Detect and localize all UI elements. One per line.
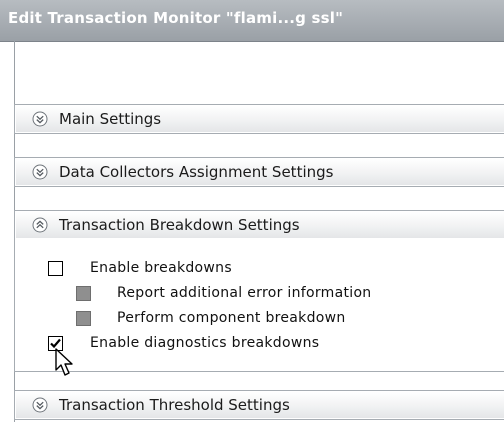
section-main-settings: Main Settings (14, 104, 504, 134)
section-title-data-collectors: Data Collectors Assignment Settings (59, 163, 334, 181)
report-additional-error-label: Report additional error information (117, 285, 372, 301)
enable-diagnostics-breakdowns-label: Enable diagnostics breakdowns (90, 335, 320, 351)
section-header-main-settings[interactable]: Main Settings (15, 105, 504, 133)
chevron-double-down-icon[interactable] (32, 164, 48, 180)
window-title: Edit Transaction Monitor "flami...g ssl" (8, 9, 344, 27)
section-transaction-breakdown-settings: Transaction Breakdown Settings Enable br… (14, 210, 504, 372)
enable-breakdowns-label: Enable breakdowns (90, 260, 232, 276)
section-title-transaction-threshold: Transaction Threshold Settings (59, 396, 290, 414)
perform-component-breakdown-label: Perform component breakdown (117, 310, 346, 326)
section-header-data-collectors[interactable]: Data Collectors Assignment Settings (15, 158, 504, 186)
mouse-pointer-icon (55, 348, 73, 376)
section-transaction-threshold-settings: Transaction Threshold Settings (14, 390, 504, 420)
report-additional-error-checkbox (76, 286, 91, 301)
perform-component-breakdown-checkbox (76, 311, 91, 326)
window-title-bar: Edit Transaction Monitor "flami...g ssl" (0, 0, 504, 42)
section-title-transaction-breakdown: Transaction Breakdown Settings (59, 216, 300, 234)
section-header-transaction-threshold[interactable]: Transaction Threshold Settings (15, 391, 504, 419)
chevron-double-down-icon[interactable] (32, 111, 48, 127)
section-data-collectors-settings: Data Collectors Assignment Settings (14, 157, 504, 187)
section-header-transaction-breakdown[interactable]: Transaction Breakdown Settings (15, 211, 504, 239)
enable-breakdowns-checkbox[interactable] (48, 261, 63, 276)
section-title-main-settings: Main Settings (59, 110, 162, 128)
chevron-double-down-icon[interactable] (32, 397, 48, 413)
chevron-double-up-icon[interactable] (32, 217, 48, 233)
